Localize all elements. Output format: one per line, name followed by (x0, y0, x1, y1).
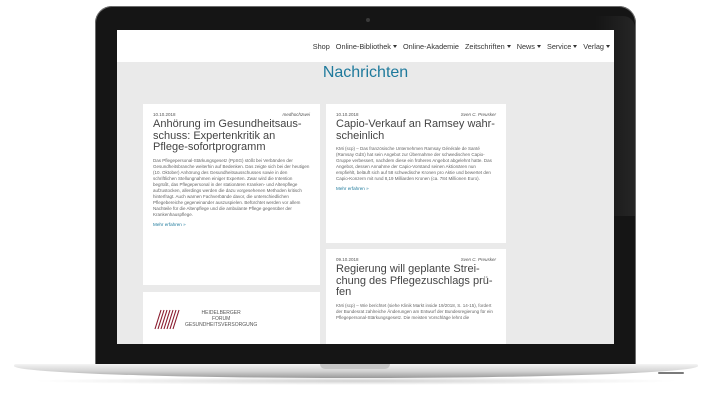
logo-text: HEIDELBERGER FORUM GESUNDHEITSVERSORGUNG (185, 310, 257, 328)
webcam (366, 18, 370, 22)
caret-down-icon (606, 44, 610, 48)
website-screen: Shop Online-Bibliothek Online-Akademie Z… (117, 30, 614, 344)
logo-line-3: GESUNDHEITSVERSORGUNG (185, 322, 258, 328)
article-meta: 09.10.2018 Sven C. Preusker (326, 249, 506, 262)
top-navigation: Shop Online-Bibliothek Online-Akademie Z… (117, 30, 614, 62)
nav-service[interactable]: Service (546, 41, 578, 51)
article-date: 10.10.2018 (153, 112, 176, 117)
nav-service-label: Service (546, 41, 572, 51)
article-date: 10.10.2018 (336, 112, 359, 117)
base-shadow (30, 377, 682, 385)
article-title[interactable]: Capio-Verkauf an Ramsey wahr-scheinlich (326, 117, 506, 142)
read-more-link[interactable]: Mehr erfahren » (143, 218, 320, 227)
article-author: Sven C. Preusker (460, 112, 496, 117)
article-body: KMi (scp) – Das französische Unternehmen… (336, 146, 492, 181)
nav-news[interactable]: News (517, 42, 541, 51)
logo-stripes-icon (154, 309, 180, 330)
article-body: KMi (scp) – Wie berichtet (siehe Klinik … (336, 302, 493, 320)
partner-logo-card[interactable]: HEIDELBERGER FORUM GESUNDHEITSVERSORGUNG (143, 292, 320, 344)
nav-online-akademie[interactable]: Online-Akademie (403, 42, 459, 51)
article-author: medhochzwei (282, 112, 310, 117)
article-meta: 10.10.2018 medhochzwei (143, 104, 320, 117)
nav-zeitschriften[interactable]: Zeitschriften (465, 42, 511, 51)
news-card: 09.10.2018 Sven C. Preusker Regierung wi… (326, 249, 506, 344)
article-author: Sven C. Preusker (460, 257, 496, 262)
news-card: 10.10.2018 Sven C. Preusker Capio-Verkau… (326, 104, 506, 243)
caret-down-icon (392, 44, 397, 48)
nav-verlag[interactable]: Verlag (583, 42, 610, 51)
nav-online-bibliothek[interactable]: Online-Bibliothek (336, 42, 397, 51)
nav-shop-label: Shop (312, 41, 330, 51)
laptop-mockup: Shop Online-Bibliothek Online-Akademie Z… (0, 0, 712, 402)
caret-down-icon (506, 44, 511, 48)
caret-down-icon (536, 44, 541, 48)
nav-news-label: News (516, 41, 535, 51)
read-more-link[interactable]: Mehr erfahren » (326, 182, 506, 191)
nav-verlag-label: Verlag (583, 41, 604, 51)
page-title: Nachrichten (322, 64, 409, 81)
nav-online-bibliothek-label: Online-Bibliothek (335, 41, 391, 51)
heidelberger-forum-logo: HEIDELBERGER FORUM GESUNDHEITSVERSORGUNG (153, 308, 257, 330)
news-card: 10.10.2018 medhochzwei Anhörung im Gesun… (143, 104, 320, 285)
nav-zeitschriften-label: Zeitschriften (464, 41, 505, 51)
laptop-foot (658, 372, 684, 374)
caret-down-icon (573, 44, 578, 48)
laptop-notch (320, 364, 390, 369)
article-date: 09.10.2018 (336, 257, 359, 262)
article-body: Das Pflegepersonal-Stärkungsgesetz (PpSG… (153, 157, 310, 217)
nav-online-akademie-label: Online-Akademie (402, 41, 459, 51)
article-title[interactable]: Regierung will geplante Strei-chung des … (326, 262, 506, 299)
article-meta: 10.10.2018 Sven C. Preusker (326, 104, 506, 117)
nav-shop[interactable]: Shop (313, 42, 330, 51)
article-title[interactable]: Anhörung im Gesundheitsaus-schuss: Exper… (143, 117, 320, 154)
